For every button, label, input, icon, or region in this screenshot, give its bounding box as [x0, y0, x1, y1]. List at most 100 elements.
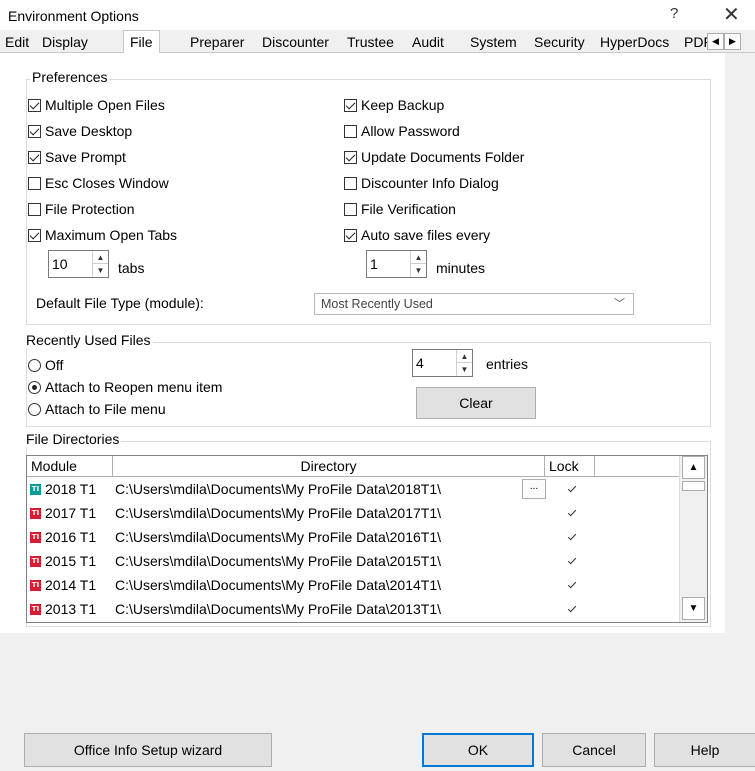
tab-hyperdocs[interactable]: HyperDocs	[600, 34, 669, 53]
multiple-open-files-checkbox[interactable]: Multiple Open Files	[28, 96, 165, 114]
recent-off-radio[interactable]: Off	[28, 356, 63, 374]
scroll-down-icon[interactable]: ▼	[682, 597, 705, 620]
column-header-lock[interactable]: Lock	[545, 456, 595, 477]
help-button[interactable]: Help	[654, 733, 755, 767]
table-row[interactable]: TI 2018 T1 C:\Users\mdila\Documents\My P…	[27, 478, 679, 502]
auto-save-minutes-spinner[interactable]: 1 ▲ ▼	[366, 250, 427, 278]
checkbox-label: Multiple Open Files	[45, 97, 165, 113]
checkbox-box	[344, 124, 357, 138]
recent-entries-spinner[interactable]: 4 ▲ ▼	[412, 349, 473, 377]
spin-up-icon[interactable]: ▲	[93, 251, 108, 264]
column-header-directory[interactable]: Directory	[113, 456, 545, 477]
auto-save-minutes-value[interactable]: 1	[370, 256, 378, 272]
radio-label: Attach to Reopen menu item	[45, 379, 223, 395]
keep-backup-checkbox[interactable]: Keep Backup	[344, 96, 444, 114]
lock-check-icon[interactable]	[568, 557, 576, 565]
spinner-arrows: ▲ ▼	[92, 251, 108, 277]
checkbox-label: Keep Backup	[361, 97, 445, 113]
ok-button[interactable]: OK	[422, 733, 534, 767]
max-tabs-value[interactable]: 10	[52, 256, 68, 272]
save-prompt-checkbox[interactable]: Save Prompt	[28, 148, 126, 166]
checkbox-label: Allow Password	[361, 123, 460, 139]
directory-cell[interactable]: C:\Users\mdila\Documents\My ProFile Data…	[115, 529, 441, 545]
directory-cell[interactable]: C:\Users\mdila\Documents\My ProFile Data…	[115, 577, 441, 593]
tab-system[interactable]: System	[470, 34, 517, 53]
table-row[interactable]: TI 2017 T1 C:\Users\mdila\Documents\My P…	[27, 502, 679, 526]
table-header: Module Directory Lock	[27, 456, 679, 477]
clear-button[interactable]: Clear	[416, 387, 536, 419]
discounter-info-dialog-checkbox[interactable]: Discounter Info Dialog	[344, 174, 499, 192]
entries-unit-label: entries	[486, 356, 529, 372]
directory-cell[interactable]: C:\Users\mdila\Documents\My ProFile Data…	[115, 505, 441, 521]
table-row[interactable]: TI 2016 T1 C:\Users\mdila\Documents\My P…	[27, 526, 679, 550]
maximum-open-tabs-checkbox[interactable]: Maximum Open Tabs	[28, 226, 177, 244]
tab-file[interactable]: File	[123, 30, 160, 54]
recent-entries-value[interactable]: 4	[416, 355, 424, 371]
column-header-module[interactable]: Module	[27, 456, 113, 477]
title-bar: Environment Options ? ✕	[0, 0, 755, 30]
default-file-type-value: Most Recently Used	[321, 297, 433, 311]
module-icon: TI	[30, 580, 41, 591]
close-icon[interactable]: ✕	[723, 2, 740, 27]
module-cell: 2016 T1	[45, 529, 97, 545]
radio-circle	[28, 358, 41, 372]
office-info-setup-wizard-button[interactable]: Office Info Setup wizard	[24, 733, 272, 767]
module-icon: TI	[30, 484, 41, 495]
spin-down-icon[interactable]: ▼	[411, 264, 426, 277]
save-desktop-checkbox[interactable]: Save Desktop	[28, 122, 132, 140]
tab-pdf[interactable]: PDF	[684, 34, 707, 53]
allow-password-checkbox[interactable]: Allow Password	[344, 122, 460, 140]
module-icon: TI	[30, 508, 41, 519]
table-row[interactable]: TI 2014 T1 C:\Users\mdila\Documents\My P…	[27, 574, 679, 598]
tab-preparer[interactable]: Preparer	[190, 34, 244, 53]
lock-check-icon[interactable]	[568, 581, 576, 589]
directory-cell[interactable]: C:\Users\mdila\Documents\My ProFile Data…	[115, 481, 441, 497]
tab-display[interactable]: Display	[42, 34, 88, 53]
directory-cell[interactable]: C:\Users\mdila\Documents\My ProFile Data…	[115, 601, 441, 617]
recent-file-menu-radio[interactable]: Attach to File menu	[28, 400, 166, 418]
radio-label: Attach to File menu	[45, 401, 166, 417]
scroll-up-icon[interactable]: ▲	[682, 456, 705, 479]
directories-table: Module Directory Lock TI 2018 T1 C:\User…	[26, 455, 708, 623]
update-documents-folder-checkbox[interactable]: Update Documents Folder	[344, 148, 524, 166]
tab-security[interactable]: Security	[534, 34, 585, 53]
spin-up-icon[interactable]: ▲	[411, 251, 426, 264]
auto-save-checkbox[interactable]: Auto save files every	[344, 226, 490, 244]
cancel-button[interactable]: Cancel	[542, 733, 646, 767]
spin-down-icon[interactable]: ▼	[457, 363, 472, 376]
help-icon[interactable]: ?	[670, 5, 678, 22]
scroll-thumb[interactable]	[682, 481, 705, 491]
module-cell: 2018 T1	[45, 481, 97, 497]
max-tabs-spinner[interactable]: 10 ▲ ▼	[48, 250, 109, 278]
recent-reopen-menu-radio[interactable]: Attach to Reopen menu item	[28, 378, 222, 396]
tab-audit[interactable]: Audit	[412, 34, 444, 53]
file-protection-checkbox[interactable]: File Protection	[28, 200, 134, 218]
lock-check-icon[interactable]	[568, 605, 576, 613]
table-row[interactable]: TI 2015 T1 C:\Users\mdila\Documents\My P…	[27, 550, 679, 574]
browse-button[interactable]: ...	[522, 479, 546, 499]
recent-files-title: Recently Used Files	[24, 332, 153, 348]
radio-circle	[28, 402, 41, 416]
vertical-scrollbar[interactable]: ▲ ▼	[679, 456, 707, 622]
tab-scroll-right-icon[interactable]: ▶	[724, 33, 741, 50]
tab-scroll-left-icon[interactable]: ◀	[707, 33, 724, 50]
tab-discounter[interactable]: Discounter	[262, 34, 329, 53]
module-cell: 2017 T1	[45, 505, 97, 521]
directory-cell[interactable]: C:\Users\mdila\Documents\My ProFile Data…	[115, 553, 441, 569]
tab-trustee[interactable]: Trustee	[347, 34, 394, 53]
spin-down-icon[interactable]: ▼	[93, 264, 108, 277]
tab-edit[interactable]: Edit	[5, 34, 29, 53]
module-cell: 2013 T1	[45, 601, 97, 617]
module-cell: 2015 T1	[45, 553, 97, 569]
table-row[interactable]: TI 2013 T1 C:\Users\mdila\Documents\My P…	[27, 598, 679, 622]
esc-closes-window-checkbox[interactable]: Esc Closes Window	[28, 174, 169, 192]
file-verification-checkbox[interactable]: File Verification	[344, 200, 456, 218]
chevron-down-icon[interactable]: ﹀	[614, 295, 625, 311]
lock-check-icon[interactable]	[568, 485, 576, 493]
tab-strip: Edit Display File Preparer Discounter Tr…	[0, 30, 755, 54]
lock-check-icon[interactable]	[568, 533, 576, 541]
spin-up-icon[interactable]: ▲	[457, 350, 472, 363]
module-icon: TI	[30, 556, 41, 567]
lock-check-icon[interactable]	[568, 509, 576, 517]
default-file-type-select[interactable]: Most Recently Used ﹀	[314, 293, 634, 315]
